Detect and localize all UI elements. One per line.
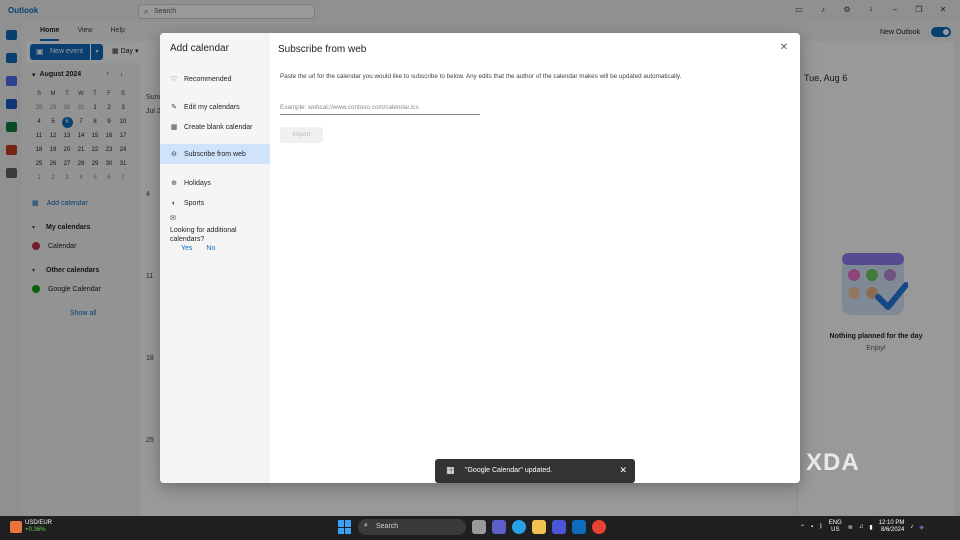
tray-app-icon[interactable]: ▪	[811, 524, 813, 530]
language-primary: ENG	[828, 520, 842, 526]
outlook-window: Outlook ⌕ Search ▭ ♪ ⚙ ♀ – ❐ ✕ Home View H…	[0, 0, 960, 516]
toast-message: "Google Calendar" updated.	[465, 467, 553, 474]
dialog-nav-label: Sports	[184, 199, 205, 207]
ticker-widget[interactable]: USD/EUR +0.36%	[25, 520, 52, 534]
dialog-nav-label: Edit my calendars	[184, 103, 240, 111]
dialog-nav-label: Create blank calendar	[184, 123, 253, 131]
feedback-yes-link[interactable]: Yes	[181, 245, 192, 252]
battery-icon[interactable]: ▮	[869, 524, 872, 531]
dialog-title: Subscribe from web	[278, 44, 367, 55]
windows-taskbar: USD/EUR +0.36% ⌕ Search ⌃ ▪ ᛒ ENG US ≋ ♫…	[0, 516, 960, 540]
dialog-nav-holidays[interactable]: ⊕ Holidays	[160, 173, 270, 193]
outlook-taskbar-icon[interactable]	[572, 520, 586, 534]
add-calendar-dialog: Add calendar ♡ Recommended ✎ Edit my calend…	[160, 33, 800, 483]
visual-studio-icon[interactable]	[552, 520, 566, 534]
ticker-change: +0.36%	[25, 527, 46, 533]
dialog-description: Paste the url for the calendar you would…	[280, 73, 682, 80]
import-button[interactable]: Import	[280, 127, 323, 143]
toast-close-icon[interactable]: ✕	[619, 465, 627, 476]
system-tray: ⌃ ▪ ᛒ ENG US ≋ ♫ ▮ 12:10 PM 8/6/2024 ♪ ◈	[800, 520, 924, 534]
clock[interactable]: 12:10 PM 8/6/2024	[879, 520, 905, 534]
globe-icon: ⊕	[171, 180, 177, 187]
taskbar-search[interactable]: ⌕ Search	[358, 519, 466, 535]
edge-icon[interactable]	[512, 520, 526, 534]
dialog-nav-edit-my-calendars[interactable]: ✎ Edit my calendars	[160, 97, 270, 117]
dialog-nav-sports[interactable]: ◐ Sports	[160, 193, 270, 213]
feedback-no-link[interactable]: No	[206, 245, 215, 252]
file-explorer-icon[interactable]	[532, 520, 546, 534]
dialog-sidebar: Add calendar ♡ Recommended ✎ Edit my calend…	[160, 33, 270, 483]
clock-time: 12:10 PM	[878, 520, 905, 526]
copilot-icon[interactable]: ◈	[919, 524, 924, 531]
globe-link-icon: ⊖	[171, 151, 177, 158]
search-icon: ⌕	[364, 522, 368, 529]
calendar-add-icon: ▦	[170, 124, 178, 131]
feedback-links: Yes No	[181, 245, 215, 252]
dialog-nav-label: Holidays	[184, 179, 211, 187]
taskbar-search-placeholder: Search	[376, 523, 399, 530]
calendar-url-input[interactable]	[280, 101, 480, 115]
toast-notification: ▦ "Google Calendar" updated. ✕	[435, 459, 635, 483]
chrome-icon[interactable]	[592, 520, 606, 534]
wifi-icon[interactable]: ≋	[848, 524, 853, 531]
task-view-icon[interactable]	[472, 520, 486, 534]
ticker-pair: USD/EUR	[25, 520, 53, 526]
dialog-nav-recommended[interactable]: ♡ Recommended	[160, 69, 270, 89]
dialog-nav-label: Subscribe from web	[184, 150, 246, 158]
looking-text: Looking for additional calendars?	[170, 227, 237, 243]
language-secondary: US	[831, 527, 840, 533]
dialog-main: Subscribe from web ✕ Paste the url for t…	[270, 33, 800, 483]
close-icon[interactable]: ✕	[778, 42, 790, 53]
dialog-nav-create-blank-calendar[interactable]: ▦ Create blank calendar	[160, 117, 270, 137]
dialog-nav-label: Recommended	[184, 75, 232, 83]
teams-icon[interactable]	[492, 520, 506, 534]
language-indicator[interactable]: ENG US	[829, 520, 842, 534]
sports-icon: ◐	[171, 199, 177, 207]
lightbulb-icon: ♡	[170, 76, 178, 83]
dialog-nav-subscribe-from-web[interactable]: ⊖ Subscribe from web	[160, 144, 270, 164]
windows-start-icon[interactable]	[338, 520, 352, 534]
volume-icon[interactable]: ♫	[859, 524, 864, 530]
dialog-sidebar-title: Add calendar	[170, 43, 229, 54]
widgets-icon[interactable]	[10, 521, 22, 533]
bluetooth-icon[interactable]: ᛒ	[819, 524, 823, 530]
xda-watermark: XDA	[806, 449, 860, 476]
calendar-icon: ▦	[446, 465, 455, 475]
chevron-up-icon[interactable]: ⌃	[800, 524, 805, 531]
edit-icon: ✎	[171, 104, 177, 111]
taskbar-apps: ⌕ Search	[338, 519, 606, 535]
notification-bell-icon[interactable]: ♪	[910, 524, 913, 530]
clock-date: 8/6/2024	[880, 527, 905, 533]
